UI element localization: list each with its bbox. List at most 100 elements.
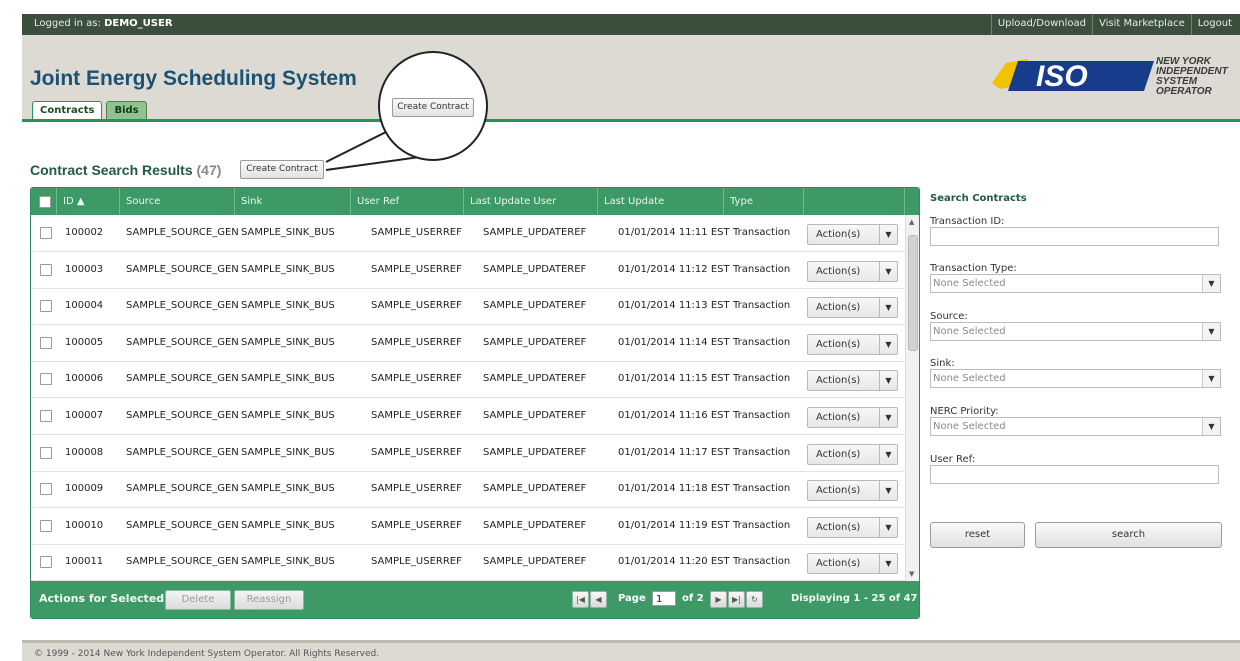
- column-header-last-update[interactable]: Last Update: [598, 188, 724, 215]
- row-actions-label: Action(s): [816, 448, 861, 460]
- create-contract-button[interactable]: Create Contract: [240, 160, 324, 179]
- row-actions-dropdown[interactable]: Action(s) ▼: [807, 407, 898, 428]
- chevron-down-icon: ▼: [1202, 418, 1220, 435]
- chevron-down-icon: ▼: [879, 298, 897, 318]
- row-actions-dropdown[interactable]: Action(s) ▼: [807, 553, 898, 575]
- grid-scrollbar[interactable]: ▲ ▼: [905, 215, 919, 581]
- table-row[interactable]: 100010 SAMPLE_SOURCE_GEN SAMPLE_SINK_BUS SA…: [31, 508, 905, 545]
- tab-contracts[interactable]: Contracts: [32, 101, 103, 119]
- row-actions-dropdown[interactable]: Action(s) ▼: [807, 443, 898, 465]
- table-row[interactable]: 100003 SAMPLE_SOURCE_GEN SAMPLE_SINK_BUS SA…: [31, 252, 905, 289]
- select-all-checkbox[interactable]: [39, 196, 51, 208]
- row-actions-dropdown[interactable]: Action(s) ▼: [807, 516, 898, 538]
- transaction-type-select[interactable]: None Selected ▼: [930, 274, 1221, 293]
- source-select[interactable]: None Selected ▼: [930, 322, 1221, 341]
- row-checkbox[interactable]: [40, 556, 52, 569]
- row-checkbox[interactable]: [40, 373, 52, 386]
- user-ref-input[interactable]: [930, 465, 1219, 484]
- row-checkbox[interactable]: [40, 446, 52, 459]
- row-actions-dropdown[interactable]: Action(s) ▼: [807, 224, 898, 245]
- results-count: (47): [196, 162, 222, 178]
- row-checkbox[interactable]: [40, 227, 52, 239]
- cell-sink: SAMPLE_SINK_BUS: [241, 519, 335, 531]
- cell-update-user: SAMPLE_UPDATEREF: [483, 519, 587, 531]
- table-row[interactable]: 100007 SAMPLE_SOURCE_GEN SAMPLE_SINK_BUS SA…: [31, 398, 905, 435]
- row-checkbox[interactable]: [40, 483, 52, 496]
- table-row[interactable]: 100002 SAMPLE_SOURCE_GEN SAMPLE_SINK_BUS SA…: [31, 215, 905, 252]
- logout-link[interactable]: Logout: [1190, 14, 1238, 35]
- cell-source: SAMPLE_SOURCE_GEN: [126, 519, 239, 531]
- scroll-thumb[interactable]: [908, 235, 918, 351]
- table-row[interactable]: 100006 SAMPLE_SOURCE_GEN SAMPLE_SINK_BUS SA…: [31, 361, 905, 399]
- page-label: Page: [618, 593, 646, 604]
- table-row[interactable]: 100011 SAMPLE_SOURCE_GEN SAMPLE_SINK_BUS SA…: [31, 544, 905, 581]
- results-heading: Contract Search Results (47): [30, 162, 221, 178]
- row-actions-label: Action(s): [816, 521, 861, 533]
- sink-value: None Selected: [933, 373, 1006, 384]
- row-actions-label: Action(s): [816, 412, 861, 423]
- cell-sink: SAMPLE_SINK_BUS: [241, 410, 335, 421]
- first-page-icon[interactable]: |◀: [572, 591, 589, 608]
- row-checkbox[interactable]: [40, 336, 52, 349]
- row-checkbox[interactable]: [40, 519, 52, 532]
- grid-body: 100002 SAMPLE_SOURCE_GEN SAMPLE_SINK_BUS SA…: [31, 215, 905, 581]
- row-actions-label: Action(s): [816, 485, 861, 497]
- cell-source: SAMPLE_SOURCE_GEN: [126, 373, 239, 385]
- refresh-icon[interactable]: ↻: [746, 591, 763, 608]
- cell-update-user: SAMPLE_UPDATEREF: [483, 373, 587, 385]
- visit-marketplace-link[interactable]: Visit Marketplace: [1091, 14, 1191, 35]
- cell-user-ref: SAMPLE_USERREF: [371, 373, 462, 385]
- scroll-down-arrow[interactable]: ▼: [909, 570, 914, 578]
- cell-id: 100007: [65, 410, 104, 421]
- sink-select[interactable]: None Selected ▼: [930, 369, 1221, 388]
- column-header-id[interactable]: ID ▲: [57, 188, 120, 215]
- column-header-source[interactable]: Source: [120, 188, 235, 215]
- row-checkbox[interactable]: [40, 410, 52, 422]
- table-row[interactable]: 100004 SAMPLE_SOURCE_GEN SAMPLE_SINK_BUS SA…: [31, 288, 905, 326]
- row-actions-dropdown[interactable]: Action(s) ▼: [807, 333, 898, 355]
- scroll-up-arrow[interactable]: ▲: [909, 218, 914, 226]
- row-actions-dropdown[interactable]: Action(s) ▼: [807, 297, 898, 319]
- column-header-user-ref[interactable]: User Ref: [351, 188, 464, 215]
- column-header-sink[interactable]: Sink: [235, 188, 351, 215]
- reset-button[interactable]: reset: [930, 522, 1025, 548]
- table-row[interactable]: 100009 SAMPLE_SOURCE_GEN SAMPLE_SINK_BUS SA…: [31, 471, 905, 509]
- cell-source: SAMPLE_SOURCE_GEN: [126, 300, 239, 312]
- next-page-icon[interactable]: ▶: [710, 591, 727, 608]
- chevron-down-icon: ▼: [879, 554, 897, 574]
- last-page-icon[interactable]: ▶|: [728, 591, 745, 608]
- nerc-priority-select[interactable]: None Selected ▼: [930, 417, 1221, 436]
- cell-sink: SAMPLE_SINK_BUS: [241, 227, 335, 238]
- cell-id: 100011: [65, 556, 104, 568]
- callout-create-contract-button: Create Contract: [392, 98, 474, 117]
- cell-id: 100005: [65, 336, 104, 348]
- login-prefix: Logged in as:: [34, 18, 101, 29]
- cell-type: Transaction: [733, 483, 791, 495]
- delete-button[interactable]: Delete: [165, 590, 231, 610]
- transaction-id-input[interactable]: [930, 227, 1219, 246]
- row-checkbox[interactable]: [40, 263, 52, 276]
- row-checkbox[interactable]: [40, 300, 52, 313]
- row-actions-dropdown[interactable]: Action(s) ▼: [807, 370, 898, 392]
- cell-id: 100004: [65, 300, 104, 312]
- cell-update-user: SAMPLE_UPDATEREF: [483, 556, 587, 568]
- page-number-input[interactable]: 1: [652, 591, 676, 606]
- table-row[interactable]: 100008 SAMPLE_SOURCE_GEN SAMPLE_SINK_BUS SA…: [31, 435, 905, 472]
- chevron-down-icon: ▼: [1202, 275, 1220, 292]
- upload-download-link[interactable]: Upload/Download: [990, 14, 1092, 35]
- cell-sink: SAMPLE_SINK_BUS: [241, 483, 335, 495]
- search-button[interactable]: search: [1035, 522, 1222, 548]
- cell-type: Transaction: [733, 519, 791, 531]
- row-actions-dropdown[interactable]: Action(s) ▼: [807, 480, 898, 502]
- row-actions-label: Action(s): [816, 375, 861, 387]
- column-header-last-update-user[interactable]: Last Update User: [464, 188, 598, 215]
- row-actions-dropdown[interactable]: Action(s) ▼: [807, 260, 898, 282]
- reassign-button[interactable]: Reassign: [234, 590, 304, 610]
- prev-page-icon[interactable]: ◀: [590, 591, 607, 608]
- cell-last-update: 01/01/2014 11:11 EST: [618, 227, 730, 238]
- column-header-type[interactable]: Type: [724, 188, 804, 215]
- tab-bids[interactable]: Bids: [106, 101, 147, 119]
- chevron-down-icon: ▼: [879, 481, 897, 501]
- table-row[interactable]: 100005 SAMPLE_SOURCE_GEN SAMPLE_SINK_BUS SA…: [31, 325, 905, 362]
- cell-update-user: SAMPLE_UPDATEREF: [483, 300, 587, 312]
